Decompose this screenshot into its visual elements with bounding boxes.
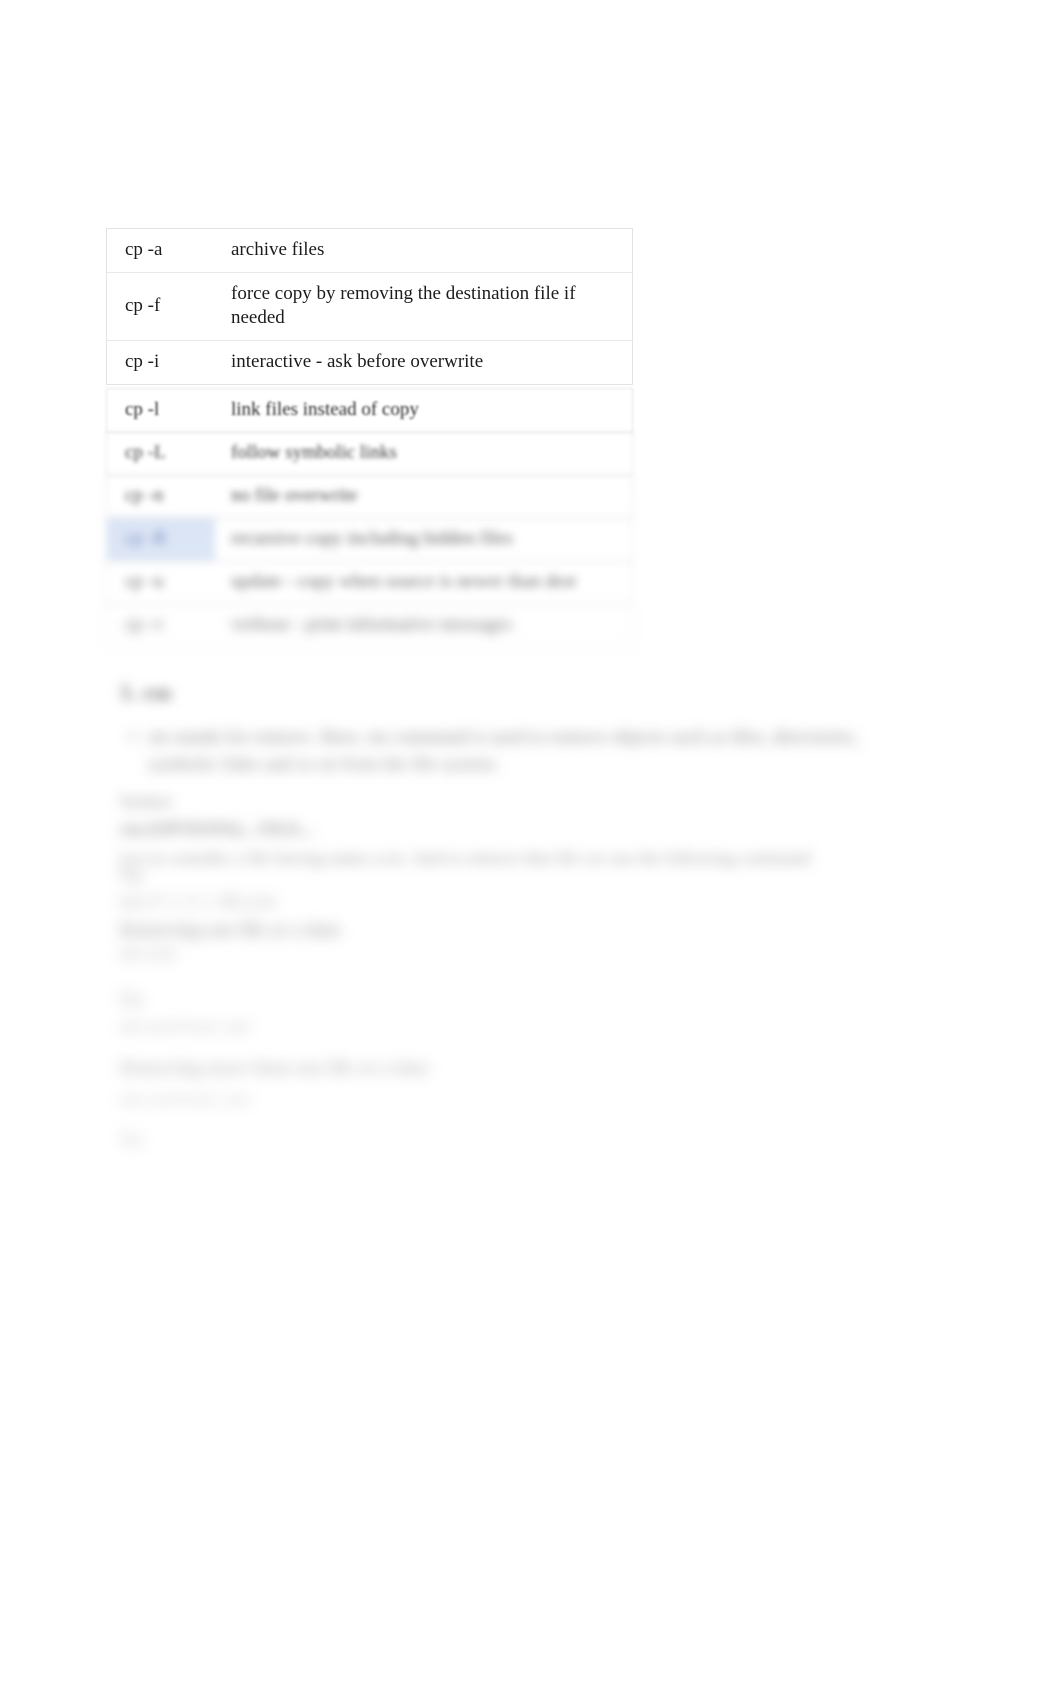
option-description: follow symbolic links	[231, 442, 397, 463]
blur-band-3: cp -n no file overwrite	[0, 474, 1062, 519]
table-row: cp -i interactive - ask before overwrite	[106, 340, 633, 385]
option-flag: cp -L	[125, 442, 166, 463]
example-1-note: Removing one file at a time	[120, 920, 342, 942]
blur-band-syntax: Syntax: rm [OPTIONS]... FILE... Let us c…	[106, 788, 926, 872]
blur-band-trailing: Eg:	[106, 1125, 926, 1151]
trailing-label: Eg:	[120, 1128, 145, 1148]
example-2-label: Eg:	[120, 988, 145, 1008]
cp-options-table-continued: cp -v verbose - print informative messag…	[106, 603, 633, 648]
document-page: cp -a archive files cp -f force copy by …	[0, 0, 1062, 1686]
intro-paragraph: rm stands for remove. Here, rm command i…	[148, 727, 858, 775]
syntax-note: Let us consider a file having name a.txt…	[120, 848, 811, 869]
cp-options-table-continued: cp -u update - copy when source is newer…	[106, 560, 633, 605]
intro-bullet: rm stands for remove. Here, rm command i…	[130, 725, 858, 779]
example-2-note: Removing more than one file at a time	[120, 1058, 430, 1079]
syntax-code: rm [OPTIONS]... FILE...	[120, 819, 315, 840]
table-row-selected: cp -R recursive copy including hidden fi…	[106, 517, 633, 562]
table-row: cp -v verbose - print informative messag…	[107, 604, 633, 648]
table-row: cp -f force copy by removing the destina…	[106, 271, 633, 342]
table-row: cp -l link files instead of copy	[107, 389, 633, 433]
blur-band-4: cp -R recursive copy including hidden fi…	[0, 517, 1062, 562]
example-2-code: rm a.txt b.txt c.txt	[120, 1016, 249, 1037]
cp-options-table-continued: cp -n no file overwrite	[106, 474, 633, 519]
blur-band-note-2: Removing more than one file at a time rm…	[106, 1055, 926, 1113]
option-flag: cp -i	[106, 340, 215, 385]
option-description: interactive - ask before overwrite	[215, 340, 633, 385]
blur-band-6: cp -v verbose - print informative messag…	[0, 603, 1062, 648]
option-description: verbose - print informative messages	[231, 614, 512, 635]
section-heading: 5. rm	[120, 680, 172, 705]
option-flag: cp -a	[106, 228, 215, 273]
option-description: force copy by removing the destination f…	[215, 271, 633, 342]
table-row: cp -u update - copy when source is newer…	[107, 561, 633, 605]
cp-options-table-continued: cp -R recursive copy including hidden fi…	[106, 517, 633, 562]
syntax-label: Syntax:	[120, 791, 176, 811]
cp-options-table-continued: cp -l link files instead of copy	[106, 388, 633, 433]
blur-band-5: cp -u update - copy when source is newer…	[0, 560, 1062, 605]
blur-band-intro: rm stands for remove. Here, rm command i…	[106, 725, 926, 779]
blur-band-heading: 5. rm	[106, 680, 926, 706]
cp-options-table: cp -a archive files cp -f force copy by …	[106, 228, 633, 385]
option-description: update - copy when source is newer than …	[231, 571, 577, 592]
option-flag: cp -u	[125, 571, 164, 592]
option-flag: cp -l	[125, 399, 160, 420]
option-description: archive files	[215, 228, 633, 273]
blur-band-example-1: Eg: rm [-f -i -I -r -R] a.txt Removing o…	[106, 860, 926, 946]
option-flag: cp -v	[125, 614, 164, 635]
plain-command: rm a.txt	[120, 943, 176, 963]
option-flag-highlighted: cp -R	[106, 517, 215, 562]
cp-options-table-continued: cp -L follow symbolic links	[106, 431, 633, 476]
option-description: recursive copy including hidden files	[231, 528, 513, 549]
blur-band-1: cp -l link files instead of copy	[0, 388, 1062, 433]
example-1-label: Eg:	[120, 863, 145, 883]
option-description: link files instead of copy	[231, 399, 419, 420]
table-row: cp -n no file overwrite	[107, 475, 633, 519]
table-row: cp -L follow symbolic links	[107, 432, 633, 476]
fade-overlay	[0, 380, 1062, 1686]
bullet-dot-icon	[130, 734, 135, 739]
trailing-code: rm a.txt b.txt c.txt	[120, 1088, 249, 1109]
blur-band-example-2: Eg: rm a.txt b.txt c.txt	[106, 985, 926, 1040]
option-flag: cp -n	[125, 485, 164, 506]
option-flag: cp -f	[106, 271, 215, 342]
blur-band-2: cp -L follow symbolic links	[0, 431, 1062, 476]
example-1-code: rm [-f -i -I -r -R] a.txt	[120, 891, 276, 912]
option-description: no file overwrite	[231, 485, 358, 506]
blur-band-plain-command: rm a.txt	[106, 940, 926, 967]
table-row: cp -a archive files	[106, 228, 633, 273]
document-content: cp -a archive files cp -f force copy by …	[106, 228, 926, 385]
